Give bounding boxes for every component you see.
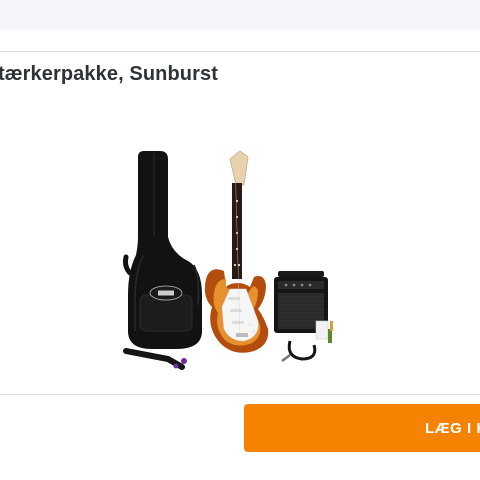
- product-title: tærkerpakke, Sunburst: [0, 63, 218, 85]
- footer-divider: [0, 394, 480, 395]
- guitar-strap-image: [123, 348, 187, 370]
- product-image[interactable]: [118, 145, 358, 377]
- electric-guitar-image: [204, 150, 269, 353]
- header-divider: [0, 51, 480, 52]
- gig-bag-image: [123, 151, 202, 349]
- add-to-cart-button[interactable]: LÆG I K: [244, 404, 480, 452]
- top-bar: [0, 0, 480, 30]
